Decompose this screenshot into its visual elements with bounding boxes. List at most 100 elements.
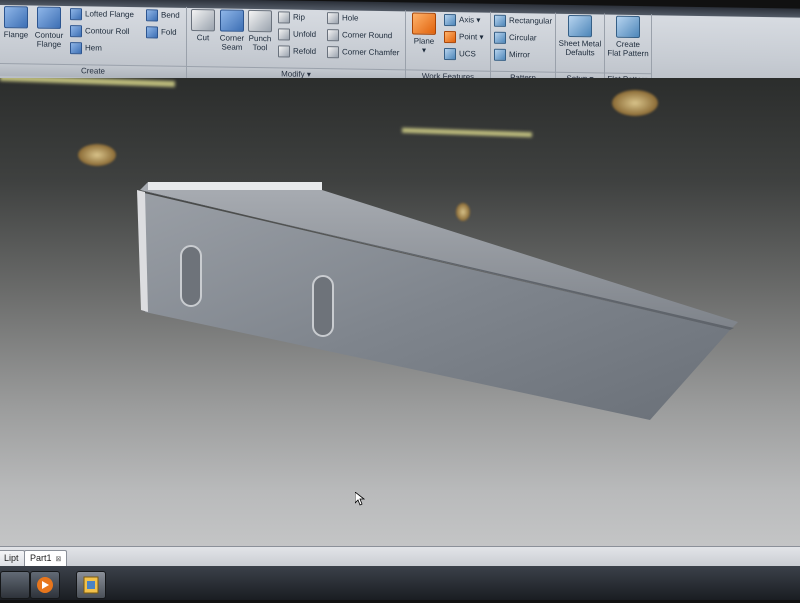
rip-label: Rip [293, 12, 306, 22]
bend-icon [146, 9, 158, 22]
rectangular-pattern-icon [494, 14, 506, 27]
axis-button[interactable]: Axis ▾ [444, 13, 480, 28]
punch-tool-icon [248, 9, 272, 33]
panel-setup: Sheet Metal Defaults Setup ▾ [556, 12, 605, 86]
circular-pattern-icon [494, 31, 506, 44]
corner-round-icon [327, 29, 339, 42]
point-button[interactable]: Point ▾ [444, 30, 483, 45]
document-tab-part1[interactable]: Part1 ⊠ [24, 550, 68, 566]
ucs-label: UCS [459, 49, 476, 59]
create-flat-pattern-button[interactable]: Create Flat Pattern [606, 15, 650, 59]
unfold-icon [278, 28, 290, 41]
rip-button[interactable]: Rip [278, 10, 305, 24]
contour-roll-icon [70, 24, 82, 38]
sheet-metal-defaults-icon [568, 14, 592, 38]
rectangular-pattern-label: Rectangular [509, 15, 553, 26]
cut-label: Cut [196, 33, 210, 43]
document-tab-lipt-label: Lipt [4, 553, 19, 563]
contour-roll-label: Contour Roll [85, 26, 130, 37]
mirror-icon [494, 48, 506, 61]
unfold-button[interactable]: Unfold [278, 27, 316, 42]
plane-button[interactable]: Plane ▾ [411, 12, 437, 55]
contour-flange-label-1: Contour [34, 30, 64, 40]
punch-tool-button[interactable]: Punch Tool [247, 9, 273, 53]
axis-label: Axis ▾ [459, 15, 481, 25]
hem-label: Hem [85, 43, 102, 53]
corner-chamfer-button[interactable]: Corner Chamfer [327, 45, 399, 60]
sheet-metal-defaults-label-2: Defaults [565, 47, 595, 58]
fold-label: Fold [161, 27, 177, 37]
sheet-metal-part[interactable] [0, 78, 800, 548]
panel-pattern: Rectangular Circular Mirror Pattern [491, 11, 556, 85]
bend-label: Bend [161, 10, 180, 20]
hole-icon [327, 12, 339, 25]
create-flat-pattern-icon [616, 15, 640, 39]
mouse-cursor-icon [355, 492, 365, 506]
windows-taskbar [0, 566, 800, 600]
punch-tool-label-2: Tool [252, 42, 268, 53]
fold-icon [146, 26, 158, 39]
mirror-button[interactable]: Mirror [494, 48, 530, 63]
create-flat-pattern-label-1: Create [615, 39, 640, 50]
panel-create: Flange Contour Flange Lofted Flange Cont… [0, 4, 187, 79]
lofted-flange-label: Lofted Flange [85, 9, 134, 20]
inventor-app-icon [83, 576, 99, 594]
plane-icon [412, 12, 436, 35]
contour-flange-icon [37, 6, 61, 29]
corner-seam-label-2: Seam [221, 42, 243, 52]
lofted-flange-button[interactable]: Lofted Flange [70, 7, 134, 22]
hole-button[interactable]: Hole [327, 11, 358, 25]
media-player-icon [37, 577, 53, 593]
corner-round-button[interactable]: Corner Round [327, 28, 392, 43]
point-label: Point ▾ [459, 32, 484, 42]
corner-chamfer-label: Corner Chamfer [342, 47, 400, 58]
refold-icon [278, 45, 290, 58]
punch-tool-label-1: Punch [248, 33, 272, 44]
panel-create-title[interactable]: Create [0, 63, 186, 79]
unfold-label: Unfold [293, 29, 317, 39]
rip-icon [278, 11, 290, 24]
fold-button[interactable]: Fold [146, 25, 177, 39]
mirror-label: Mirror [509, 49, 530, 60]
plane-dropdown-icon[interactable]: ▾ [422, 46, 426, 55]
axis-icon [444, 13, 456, 27]
ucs-button[interactable]: UCS [444, 47, 476, 62]
corner-chamfer-icon [327, 46, 339, 59]
flange-label: Flange [3, 30, 29, 40]
create-flat-pattern-label-2: Flat Pattern [607, 48, 649, 59]
document-tab-bar: Lipt Part1 ⊠ [0, 546, 800, 567]
corner-seam-icon [220, 9, 244, 32]
refold-button[interactable]: Refold [278, 44, 316, 59]
contour-flange-label-2: Flange [36, 39, 62, 49]
flange-button[interactable]: Flange [2, 6, 30, 39]
circular-pattern-button[interactable]: Circular [494, 31, 537, 46]
panel-modify: Cut Corner Seam Punch Tool Rip Unfold Re… [187, 6, 406, 83]
contour-flange-button[interactable]: Contour Flange [32, 6, 66, 50]
inventor-taskbar-button[interactable] [76, 571, 106, 599]
close-tab-icon[interactable]: ⊠ [56, 556, 62, 563]
point-icon [444, 30, 456, 44]
taskbar-app-button[interactable] [0, 571, 30, 599]
refold-label: Refold [293, 46, 317, 56]
sheet-metal-defaults-button[interactable]: Sheet Metal Defaults [558, 14, 602, 58]
rectangular-pattern-button[interactable]: Rectangular [494, 14, 552, 29]
document-tab-part1-label: Part1 [30, 553, 52, 563]
corner-seam-button[interactable]: Corner Seam [217, 9, 247, 52]
slot-hole-right[interactable] [312, 275, 334, 337]
panel-flat-pattern: Create Flat Pattern Flat Pattern [605, 13, 652, 87]
graphics-viewport[interactable] [0, 78, 800, 548]
lofted-flange-icon [70, 7, 82, 21]
corner-round-label: Corner Round [342, 30, 393, 41]
media-player-taskbar-button[interactable] [30, 571, 60, 599]
contour-roll-button[interactable]: Contour Roll [70, 24, 129, 39]
document-tab-lipt[interactable]: Lipt [0, 550, 25, 566]
part-highlight-edge [148, 182, 322, 190]
slot-hole-left[interactable] [180, 245, 202, 307]
hem-icon [70, 41, 82, 55]
cut-icon [191, 9, 215, 32]
panel-work-features: Plane ▾ Axis ▾ Point ▾ UCS Work Features [406, 10, 491, 84]
bend-button[interactable]: Bend [146, 8, 180, 23]
cut-button[interactable]: Cut [190, 9, 216, 42]
hem-button[interactable]: Hem [70, 41, 102, 56]
hole-label: Hole [342, 13, 359, 23]
